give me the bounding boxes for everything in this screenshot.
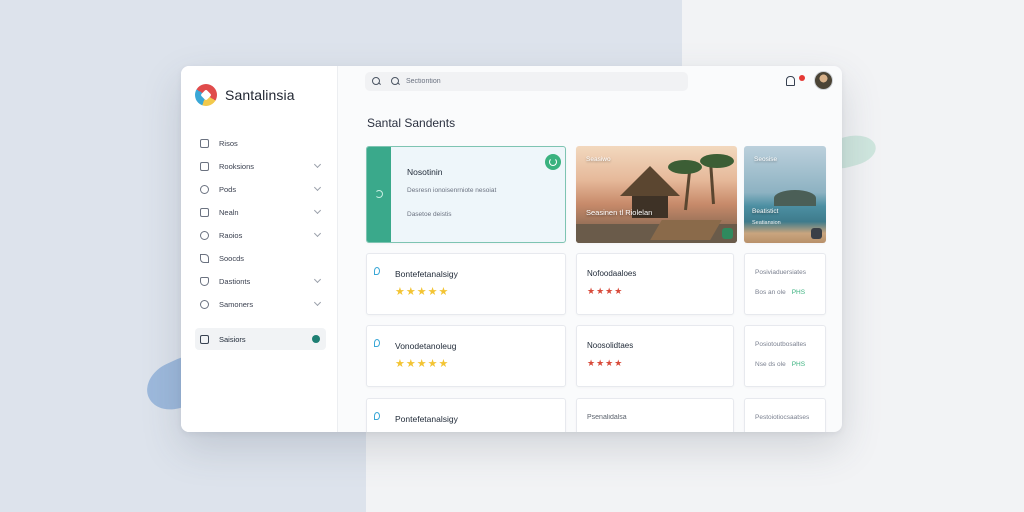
sidebar-item-label: Soocds [219, 254, 245, 263]
info-text-value: Bos an ole [755, 289, 786, 296]
photo-subtitle: Beatistict [752, 208, 779, 215]
sidebar-item-label: Pods [219, 185, 237, 194]
sidebar-item-3[interactable]: Pods [195, 178, 326, 201]
sidebar-item-label: Dastionts [219, 277, 251, 286]
clock-icon [200, 185, 209, 194]
featured-accent-bar [367, 147, 391, 242]
sidebar-item-1[interactable]: Risos [195, 132, 326, 155]
location-pin-icon [374, 339, 380, 347]
calendar-icon [200, 162, 209, 171]
info-text: Bos an ole PHS [755, 289, 805, 296]
sidebar: Santalinsia Risos Rooksions Pods Nealn R… [181, 66, 338, 432]
star-rating: ★★★★★ [395, 286, 450, 298]
info-text-value: Nse ds ole [755, 361, 786, 368]
search-bar[interactable] [365, 72, 688, 91]
sidebar-item-label: Risos [219, 139, 238, 148]
featured-description: Desresn ionoisenrniote nesoiat [407, 187, 497, 194]
shield-icon [200, 277, 209, 286]
featured-card[interactable]: Nosotinin Desresn ionoisenrniote nesoiat… [366, 146, 566, 243]
app-name: Santalinsia [225, 87, 295, 103]
photo-caption: Seosise [754, 156, 778, 163]
review-card[interactable]: Pontefetanalsigy ★★★★★ [366, 398, 566, 432]
search-icon[interactable] [372, 77, 381, 86]
top-bar [338, 66, 842, 96]
info-card[interactable]: Posiotoutbosaltes Nse ds ole PHS [744, 325, 826, 387]
star-rating: ★★★★★ [395, 358, 450, 370]
featured-title: Nosotinin [407, 167, 443, 177]
home-icon [200, 139, 209, 148]
palm-leaves [700, 154, 734, 168]
info-title: Posiotoutbosaltes [755, 341, 807, 348]
sidebar-item-5[interactable]: Raoios [195, 224, 326, 247]
info-tag: PHS [791, 361, 806, 368]
clock-icon [200, 231, 209, 240]
photo-subtitle-secondary: Seatiansion [752, 220, 781, 226]
sidebar-item-label: Samoners [219, 300, 254, 309]
avatar[interactable] [814, 71, 833, 90]
location-pin-icon [374, 412, 380, 420]
featured-meta: Dasetoe deistis [407, 211, 452, 218]
sidebar-item-6[interactable]: Soocds [195, 247, 326, 270]
bell-icon[interactable] [786, 76, 795, 86]
app-window: Santalinsia Risos Rooksions Pods Nealn R… [181, 66, 842, 432]
info-title: Posiviaduersiates [755, 269, 806, 276]
search-icon [391, 77, 400, 86]
review-title: Pontefetanalsigy [395, 414, 458, 424]
sidebar-item-2[interactable]: Rooksions [195, 155, 326, 178]
place-card[interactable]: Nofoodaaloes ★★★★ [576, 253, 734, 315]
page-title: Santal Sandents [367, 116, 456, 130]
app-logo[interactable]: Santalinsia [195, 84, 295, 106]
info-tag: PHS [791, 289, 806, 296]
photo-tag-icon[interactable] [811, 228, 822, 239]
sidebar-nav: Risos Rooksions Pods Nealn Raoios Soocds… [195, 132, 326, 350]
sidebar-item-active[interactable]: Saisiors [195, 328, 326, 350]
star-rating: ★★★★ [587, 358, 624, 368]
notification-badge [799, 75, 805, 81]
info-title: Pestoiotiocsaatses [755, 414, 810, 421]
calendar-icon [200, 208, 209, 217]
sidebar-item-7[interactable]: Dastionts [195, 270, 326, 293]
settings-icon [200, 300, 209, 309]
sidebar-item-8[interactable]: Samoners [195, 293, 326, 316]
place-title: Nofoodaaloes [587, 269, 637, 278]
hut-roof [620, 166, 680, 196]
sidebar-item-label: Saisiors [219, 334, 246, 344]
place-title: Psenalidalsa [587, 414, 627, 421]
folder-icon [200, 334, 209, 344]
sidebar-item-label: Nealn [219, 208, 239, 217]
review-title: Vonodetanoleug [395, 341, 457, 351]
review-title: Bontefetanalsigy [395, 269, 458, 279]
pencil-icon [200, 254, 209, 263]
destination-photo-card[interactable]: Seosise Beatistict Seatiansion [744, 146, 826, 243]
photo-island [774, 190, 816, 206]
place-card[interactable]: Noosolidtaes ★★★★ [576, 325, 734, 387]
sidebar-item-4[interactable]: Nealn [195, 201, 326, 224]
destination-photo-card[interactable]: Seasiwo Seasinen tl Riolelan [576, 146, 737, 243]
place-card[interactable]: Psenalidalsa [576, 398, 734, 432]
check-badge-icon [545, 154, 561, 170]
place-title: Noosolidtaes [587, 341, 634, 350]
pinwheel-logo-icon [195, 84, 217, 106]
refresh-icon [375, 190, 383, 198]
review-card[interactable]: Bontefetanalsigy ★★★★★ [366, 253, 566, 315]
photo-subtitle: Seasinen tl Riolelan [586, 208, 653, 217]
info-card[interactable]: Pestoiotiocsaatses [744, 398, 826, 432]
review-card[interactable]: Vonodetanoleug ★★★★★ [366, 325, 566, 387]
info-card[interactable]: Posiviaduersiates Bos an ole PHS [744, 253, 826, 315]
location-pin-icon [374, 267, 380, 275]
star-rating: ★★★★ [587, 286, 624, 296]
wooden-dock [650, 220, 722, 240]
photo-caption: Seasiwo [586, 156, 611, 163]
info-text: Nse ds ole PHS [755, 361, 805, 368]
sidebar-item-label: Raoios [219, 231, 243, 240]
search-input[interactable] [406, 78, 646, 85]
sidebar-item-label: Rooksions [219, 162, 255, 171]
active-indicator [312, 335, 320, 343]
photo-tag-icon[interactable] [722, 228, 733, 239]
star-rating: ★★★★★ [395, 430, 449, 432]
